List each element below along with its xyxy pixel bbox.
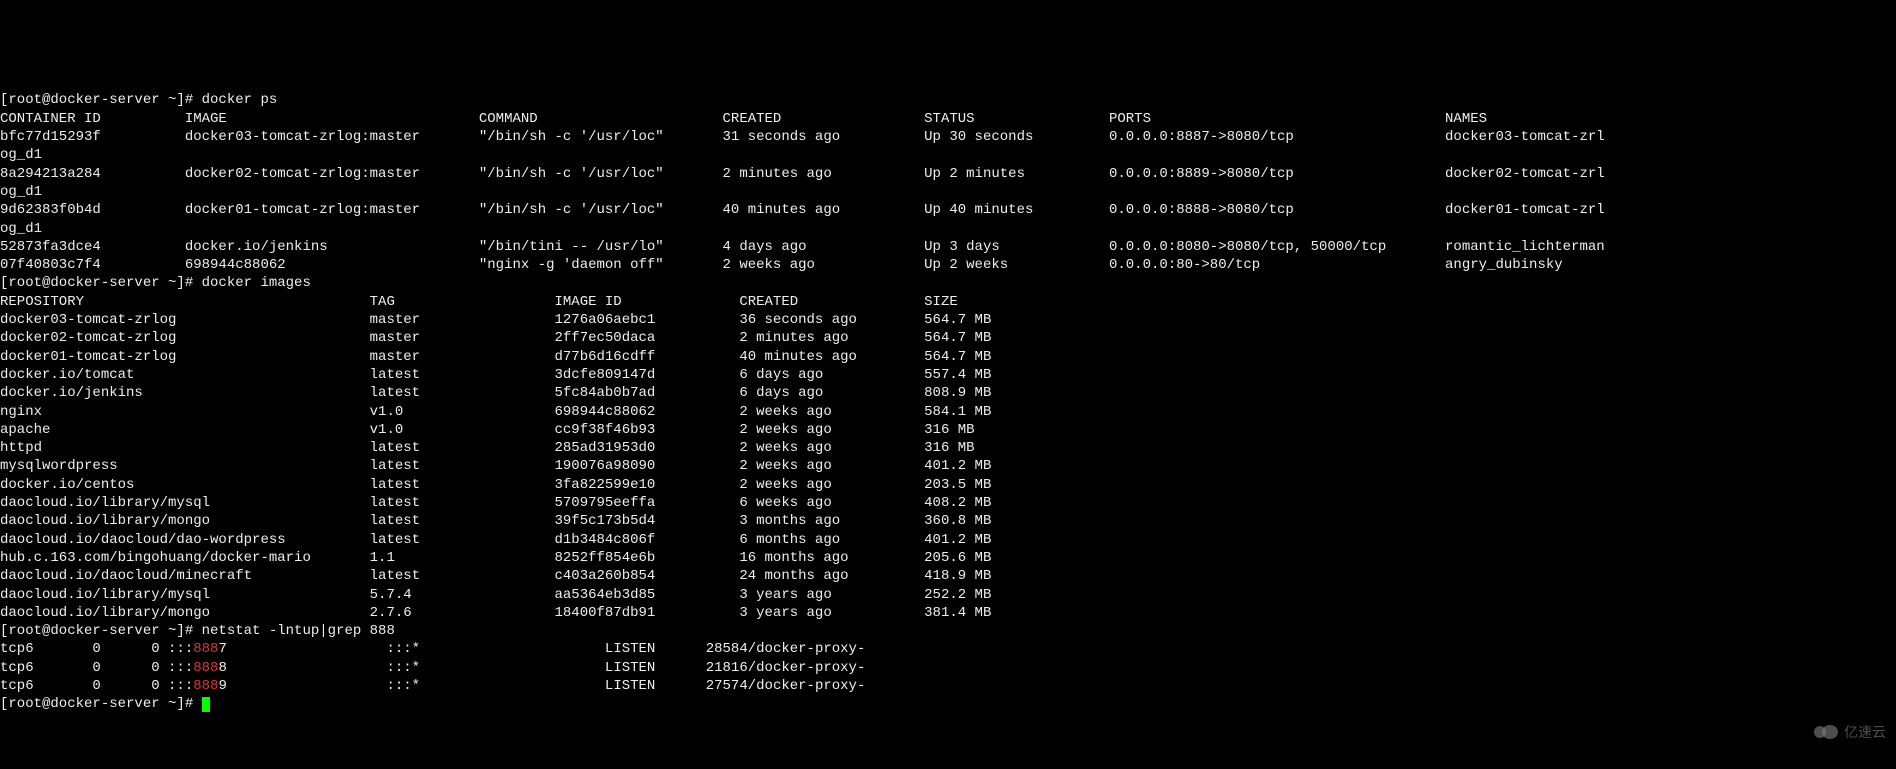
watermark: 亿速云 — [1812, 723, 1886, 741]
cloud-icon — [1812, 724, 1840, 740]
watermark-text: 亿速云 — [1844, 723, 1886, 741]
terminal[interactable]: [root@docker-server ~]# docker ps CONTAI… — [0, 91, 1896, 713]
